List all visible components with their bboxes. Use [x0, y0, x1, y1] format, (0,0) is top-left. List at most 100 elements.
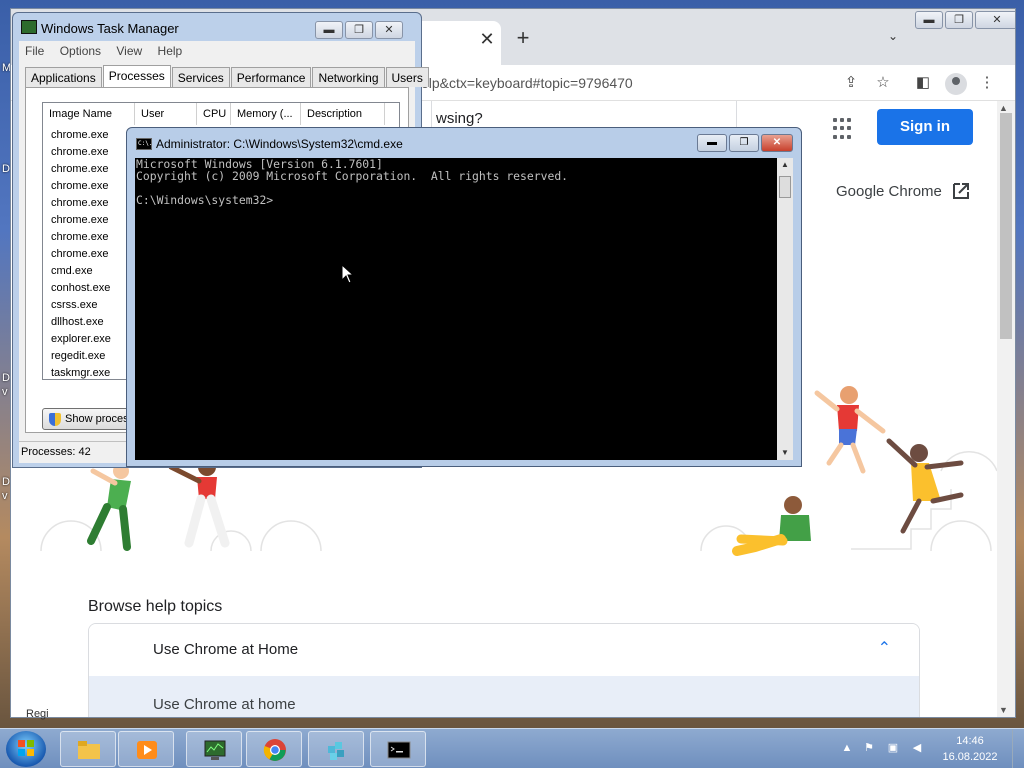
show-desktop-button[interactable]: [1012, 729, 1024, 768]
accordion-item-use-chrome-at-home[interactable]: Use Chrome at home: [89, 676, 919, 717]
menu-options[interactable]: Options: [54, 41, 107, 61]
close-button[interactable]: ✕: [761, 134, 793, 152]
task-manager-title: Windows Task Manager: [41, 21, 179, 36]
google-chrome-link[interactable]: Google Chrome: [836, 183, 942, 200]
tray-overflow-chevron-icon[interactable]: ▲: [840, 741, 854, 755]
taskbar-clock[interactable]: 14:46 16.08.2022: [932, 733, 1008, 765]
page-scrollbar[interactable]: ▲ ▼: [997, 101, 1015, 717]
taskbar-regedit[interactable]: [308, 731, 364, 767]
start-button[interactable]: [6, 731, 46, 767]
network-disconnected-icon[interactable]: ▣: [886, 741, 900, 755]
tab-processes[interactable]: Processes: [102, 65, 171, 87]
process-row[interactable]: regedit.exe: [43, 348, 111, 365]
tab-performance[interactable]: Performance: [230, 67, 312, 87]
desktop-icon-label: D: [2, 476, 10, 488]
volume-icon[interactable]: ◀: [910, 741, 924, 755]
desktop-icon-label: v: [2, 490, 8, 502]
scrollbar-thumb[interactable]: [1000, 113, 1012, 339]
external-link-icon[interactable]: [951, 181, 971, 201]
taskbar-explorer[interactable]: [60, 731, 116, 767]
process-row[interactable]: chrome.exe: [43, 195, 111, 212]
taskbar-media-player[interactable]: [118, 731, 174, 767]
column-description[interactable]: Description: [301, 103, 385, 125]
scroll-down-arrow-icon[interactable]: ▼: [999, 705, 1008, 715]
clock-date: 16.08.2022: [942, 751, 998, 763]
process-row[interactable]: taskmgr.exe: [43, 365, 111, 379]
address-bar-url[interactable]: elp&ctx=keyboard#topic=9796470: [421, 75, 633, 91]
minimize-button[interactable]: ▬: [315, 21, 343, 39]
tab-close-icon[interactable]: ✕: [477, 29, 497, 49]
desktop-icon-label: v: [2, 386, 8, 398]
column-user-name[interactable]: User Name: [135, 103, 197, 142]
task-manager-titlebar[interactable]: Windows Task Manager ▬ ❐ ✕: [13, 13, 421, 41]
menu-file[interactable]: File: [19, 41, 50, 61]
process-row[interactable]: dllhost.exe: [43, 314, 111, 331]
column-image-name[interactable]: Image Name: [43, 103, 135, 125]
scroll-up-arrow-icon[interactable]: ▲: [999, 103, 1008, 113]
new-tab-button[interactable]: +: [511, 27, 535, 51]
scrollbar-thumb[interactable]: [779, 176, 791, 198]
task-manager-icon: [204, 740, 226, 760]
chevron-up-icon: ⌃: [877, 640, 891, 657]
process-row[interactable]: chrome.exe: [43, 212, 111, 229]
column-cpu[interactable]: CPU: [197, 103, 231, 125]
cmd-window: C:\. Administrator: C:\Windows\System32\…: [126, 127, 802, 467]
profile-avatar[interactable]: [945, 73, 967, 95]
accordion-header-use-chrome-at-home[interactable]: Use Chrome at Home ⌃: [89, 624, 919, 676]
clock-time: 14:46: [956, 735, 984, 747]
scroll-down-arrow-icon[interactable]: ▼: [781, 448, 789, 457]
process-row[interactable]: chrome.exe: [43, 229, 111, 246]
column-memory[interactable]: Memory (...: [231, 103, 301, 125]
tab-networking[interactable]: Networking: [312, 67, 385, 87]
tab-services[interactable]: Services: [171, 67, 230, 87]
process-row[interactable]: conhost.exe: [43, 280, 111, 297]
share-icon[interactable]: ⇪: [841, 73, 861, 93]
tab-applications[interactable]: Applications: [25, 67, 102, 87]
cmd-console[interactable]: Microsoft Windows [Version 6.1.7601] Copy…: [135, 158, 777, 460]
tab-search-chevron-icon[interactable]: ⌄: [883, 29, 903, 49]
close-button[interactable]: ✕: [975, 11, 1015, 29]
windows-logo-icon: [18, 740, 34, 756]
jumping-figure: [814, 386, 886, 474]
console-prompt: C:\Windows\system32>: [136, 193, 274, 207]
runner-figure-center: [168, 458, 230, 548]
action-center-icon[interactable]: ⚑: [862, 741, 876, 755]
process-row[interactable]: chrome.exe: [43, 246, 111, 263]
runner-figure-left: [87, 463, 131, 551]
cmd-scrollbar[interactable]: ▲ ▼: [777, 158, 793, 460]
cmd-titlebar[interactable]: C:\. Administrator: C:\Windows\System32\…: [127, 128, 801, 158]
sign-in-button[interactable]: Sign in: [877, 109, 973, 145]
bookmark-star-icon[interactable]: ☆: [873, 73, 893, 93]
background-window-peek[interactable]: Regi: [0, 704, 150, 724]
maximize-button[interactable]: ❐: [729, 134, 759, 152]
process-row[interactable]: chrome.exe: [43, 127, 111, 144]
chrome-window-controls: ▬ ❐ ✕: [915, 11, 1015, 29]
process-row[interactable]: chrome.exe: [43, 178, 111, 195]
kebab-menu-icon[interactable]: ⋮: [977, 73, 997, 93]
process-row[interactable]: explorer.exe: [43, 331, 111, 348]
process-row[interactable]: csrss.exe: [43, 297, 111, 314]
minimize-button[interactable]: ▬: [697, 134, 727, 152]
process-row[interactable]: cmd.exe: [43, 263, 111, 280]
help-topics-accordion: Use Chrome at Home ⌃ Use Chrome at home: [88, 623, 920, 717]
scroll-up-arrow-icon[interactable]: ▲: [781, 160, 789, 169]
cmd-title: Administrator: C:\Windows\System32\cmd.e…: [156, 137, 403, 151]
process-row[interactable]: chrome.exe: [43, 144, 111, 161]
command-prompt-icon: [387, 741, 411, 759]
maximize-button[interactable]: ❐: [345, 21, 373, 39]
maximize-button[interactable]: ❐: [945, 11, 973, 29]
help-search-text: wsing?: [436, 110, 483, 127]
menu-view[interactable]: View: [110, 41, 148, 61]
google-apps-icon[interactable]: [833, 118, 855, 140]
side-panel-icon[interactable]: ◧: [913, 73, 933, 93]
tab-users[interactable]: Users: [385, 67, 429, 87]
minimize-button[interactable]: ▬: [915, 11, 943, 29]
taskbar-cmd[interactable]: [370, 731, 426, 767]
chrome-icon: [263, 739, 286, 761]
registry-editor-icon: [328, 742, 344, 760]
process-row[interactable]: chrome.exe: [43, 161, 111, 178]
menu-help[interactable]: Help: [152, 41, 189, 61]
close-button[interactable]: ✕: [375, 21, 403, 39]
taskbar-task-manager[interactable]: [186, 731, 242, 767]
taskbar-chrome[interactable]: [246, 731, 302, 767]
